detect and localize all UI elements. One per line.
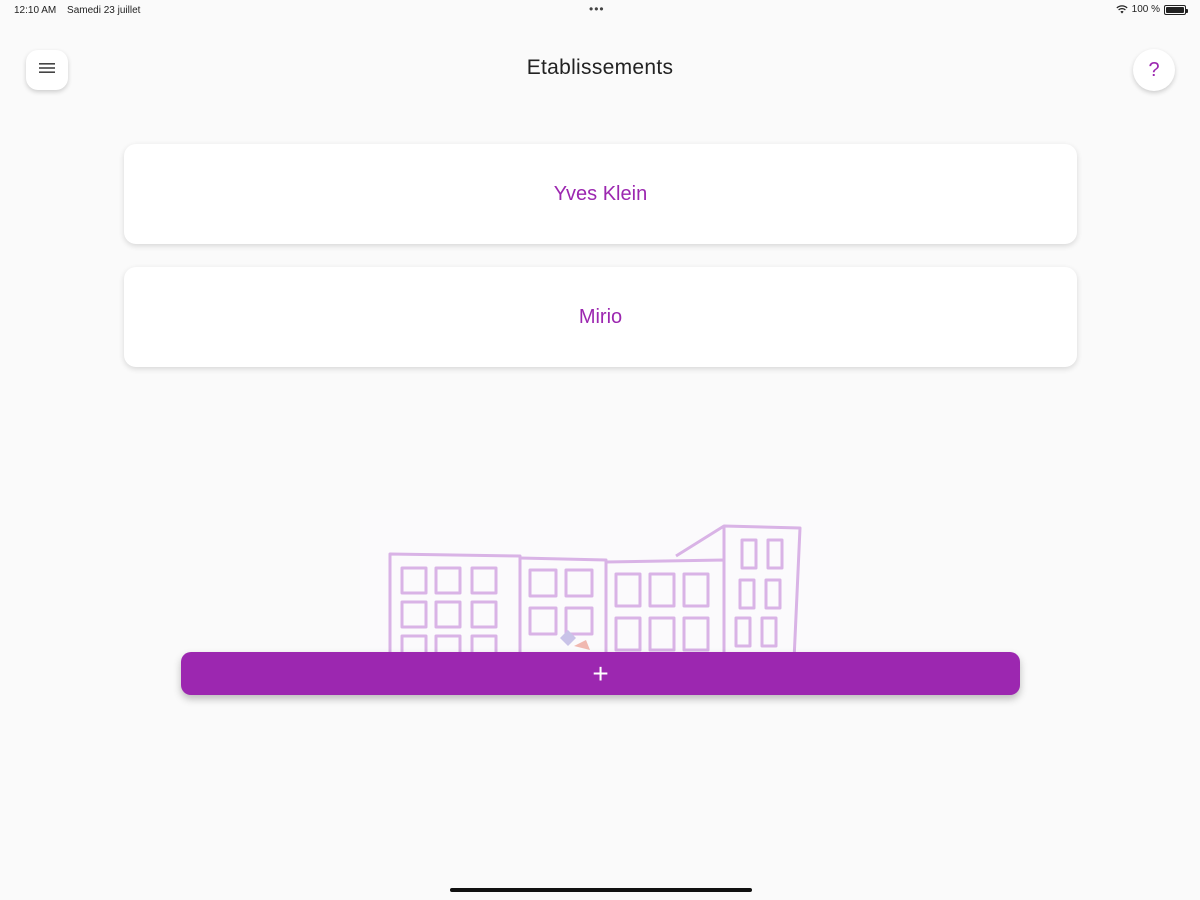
battery-percent: 100 % <box>1131 4 1160 15</box>
add-establishment-button[interactable]: + <box>181 652 1020 695</box>
status-left: 12:10 AM Samedi 23 juillet <box>14 5 148 16</box>
help-button[interactable]: ? <box>1133 49 1175 91</box>
battery-icon <box>1164 4 1188 15</box>
status-right: 100 % <box>1116 4 1188 15</box>
help-icon: ? <box>1148 58 1160 81</box>
page-title: Etablissements <box>526 56 674 79</box>
establishment-name: Yves Klein <box>553 182 648 205</box>
home-indicator[interactable] <box>450 888 752 892</box>
establishment-card[interactable]: Mirio <box>124 267 1077 367</box>
buildings-illustration <box>360 510 840 661</box>
multitasking-dots[interactable]: ••• <box>589 3 605 15</box>
plus-icon: + <box>592 657 609 689</box>
establishment-card[interactable]: Yves Klein <box>124 144 1077 244</box>
establishment-name: Mirio <box>578 305 623 328</box>
app-screen: 12:10 AM Samedi 23 juillet ••• 100 % Eta… <box>0 0 1200 900</box>
status-date: Samedi 23 juillet <box>67 5 141 16</box>
status-bar: 12:10 AM Samedi 23 juillet ••• 100 % <box>0 0 1200 22</box>
status-time: 12:10 AM <box>14 5 57 16</box>
wifi-icon <box>1116 5 1128 14</box>
